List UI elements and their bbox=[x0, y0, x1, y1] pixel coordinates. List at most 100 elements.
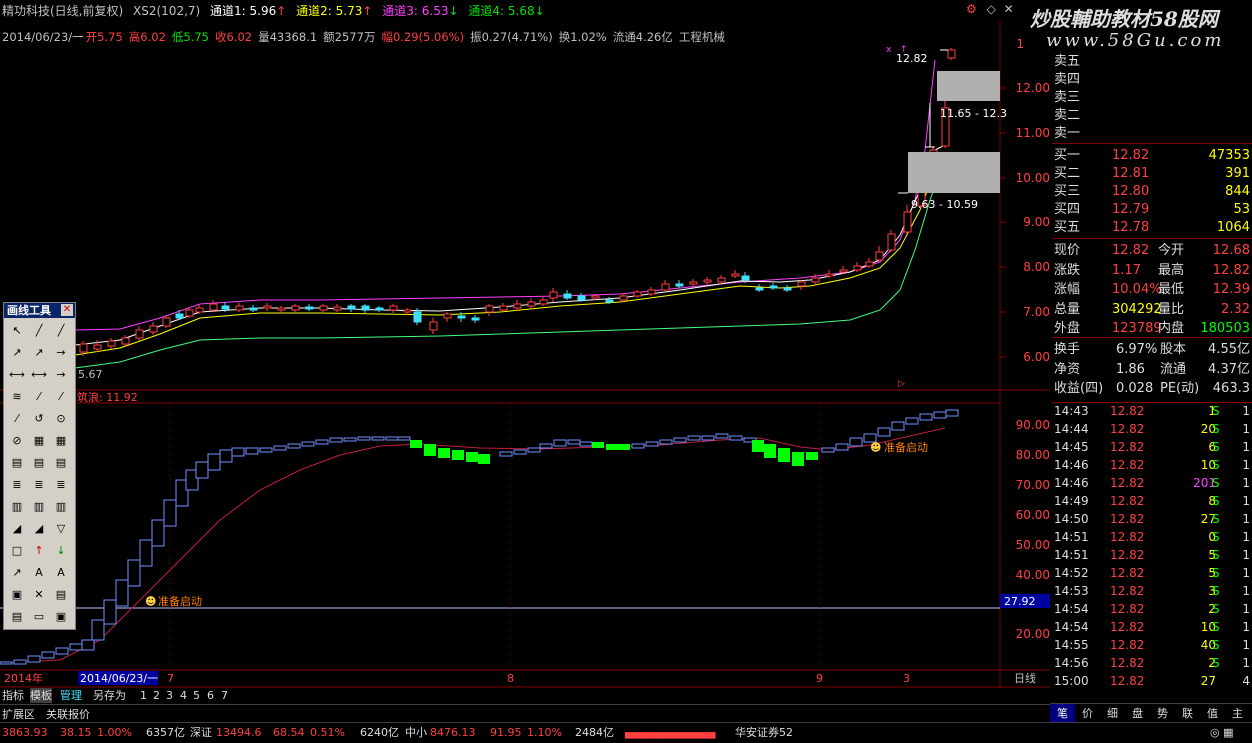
candle bbox=[443, 313, 452, 319]
rtab-price[interactable]: 价 bbox=[1075, 704, 1100, 724]
draw-tool-button[interactable]: ↗ bbox=[8, 344, 26, 362]
buy-level-row[interactable]: 买五 12.78 1064 bbox=[1052, 219, 1252, 237]
draw-tool-button[interactable]: ▤ bbox=[8, 454, 26, 472]
sub-bar-up bbox=[195, 461, 209, 479]
tab-7[interactable]: 7 bbox=[221, 688, 228, 703]
tick-row[interactable]: 14:43 12.82 1 S 1 bbox=[1052, 402, 1252, 420]
rtab-linked[interactable]: 联 bbox=[1175, 704, 1200, 724]
rtab-detail[interactable]: 细 bbox=[1100, 704, 1125, 724]
draw-tool-button[interactable]: → bbox=[52, 366, 70, 384]
draw-tool-button[interactable]: ▽ bbox=[52, 520, 70, 538]
channel1-line bbox=[74, 144, 946, 346]
draw-tool-button[interactable]: ▤ bbox=[52, 454, 70, 472]
draw-tool-button[interactable]: ⊘ bbox=[8, 432, 26, 450]
rtab-trades[interactable]: 笔 bbox=[1050, 704, 1075, 724]
tick-row[interactable]: 14:51 12.82 5 S 1 bbox=[1052, 546, 1252, 564]
draw-tool-button[interactable]: ⟷ bbox=[8, 366, 26, 384]
tab-template[interactable]: 模板 bbox=[30, 688, 52, 703]
sell-level-row[interactable]: 卖五 bbox=[1052, 53, 1252, 71]
tab-indicator[interactable]: 指标 bbox=[2, 688, 24, 703]
sell-level-row[interactable]: 卖一 bbox=[1052, 125, 1252, 143]
draw-tool-button[interactable]: ╱ bbox=[30, 322, 48, 340]
draw-tool-button[interactable]: ↖ bbox=[8, 322, 26, 340]
tab-6[interactable]: 6 bbox=[207, 688, 214, 703]
draw-tool-button[interactable]: ≣ bbox=[52, 476, 70, 494]
draw-tool-button[interactable]: ▥ bbox=[52, 498, 70, 516]
tick-row[interactable]: 14:56 12.82 2 S 1 bbox=[1052, 654, 1252, 672]
tick-row[interactable]: 14:51 12.82 0 S 1 bbox=[1052, 528, 1252, 546]
draw-tool-button[interactable]: A bbox=[30, 564, 48, 582]
tick-row[interactable]: 15:00 12.82 27 4 bbox=[1052, 672, 1252, 690]
main-kline-chart[interactable]: 12.82 11.65 - 12.3 9.63 - 10.59 x ↑ 5.67… bbox=[0, 0, 1050, 688]
draw-tool-button[interactable]: ↗ bbox=[8, 564, 26, 582]
draw-tool-button[interactable]: ▣ bbox=[8, 586, 26, 604]
sell-level-row[interactable]: 卖二 bbox=[1052, 107, 1252, 125]
draw-tool-button[interactable]: ↓ bbox=[52, 542, 70, 560]
tick-row[interactable]: 14:45 12.82 6 S 1 bbox=[1052, 438, 1252, 456]
draw-tool-button[interactable]: ▥ bbox=[8, 498, 26, 516]
tab-2[interactable]: 2 bbox=[153, 688, 160, 703]
tick-row[interactable]: 14:54 12.82 2 S 1 bbox=[1052, 600, 1252, 618]
draw-tool-button[interactable]: ↺ bbox=[30, 410, 48, 428]
draw-tool-button[interactable]: ▤ bbox=[52, 586, 70, 604]
tab-5[interactable]: 5 bbox=[193, 688, 200, 703]
zx-amount: 2484亿 bbox=[575, 726, 614, 739]
buy-level-row[interactable]: 买二 12.81 391 bbox=[1052, 165, 1252, 183]
tab-1[interactable]: 1 bbox=[140, 688, 147, 703]
draw-tool-button[interactable]: ▣ bbox=[52, 608, 70, 626]
tick-row[interactable]: 14:55 12.82 40 S 1 bbox=[1052, 636, 1252, 654]
draw-tool-button[interactable]: ≣ bbox=[30, 476, 48, 494]
tick-row[interactable]: 14:54 12.82 10 S 1 bbox=[1052, 618, 1252, 636]
rtab-trend[interactable]: 势 bbox=[1150, 704, 1175, 724]
draw-tool-button[interactable]: ╱ bbox=[52, 322, 70, 340]
sell-level-row[interactable]: 卖四 bbox=[1052, 71, 1252, 89]
draw-tool-button[interactable]: ⟷ bbox=[30, 366, 48, 384]
draw-tool-button[interactable]: ↗ bbox=[30, 344, 48, 362]
draw-tool-button[interactable]: ⁄ bbox=[52, 388, 70, 406]
close-icon[interactable]: ✕ bbox=[61, 304, 73, 316]
draw-tool-button[interactable]: A bbox=[52, 564, 70, 582]
tab-4[interactable]: 4 bbox=[180, 688, 187, 703]
draw-tool-button[interactable]: ▭ bbox=[30, 608, 48, 626]
draw-tool-button[interactable]: ◢ bbox=[30, 520, 48, 538]
draw-tool-button[interactable]: ◢ bbox=[8, 520, 26, 538]
draw-tool-button[interactable]: ↑ bbox=[30, 542, 48, 560]
tick-list[interactable]: 14:43 12.82 1 S 1 14:44 12.82 20 S 1 14:45 12.82 6 S 1… bbox=[1052, 401, 1252, 689]
tick-row[interactable]: 14:49 12.82 8 S 1 bbox=[1052, 492, 1252, 510]
draw-tool-button[interactable]: ▦ bbox=[52, 432, 70, 450]
buy-level-row[interactable]: 买四 12.79 53 bbox=[1052, 201, 1252, 219]
tick-row[interactable]: 14:46 12.82 201 S 1 bbox=[1052, 474, 1252, 492]
rtab-value[interactable]: 值 bbox=[1200, 704, 1225, 724]
tab-ext-area[interactable]: 扩展区 bbox=[2, 706, 35, 722]
connection-icon[interactable]: ◎ ▦ bbox=[1210, 723, 1234, 743]
tab-related-quote[interactable]: 关联报价 bbox=[46, 706, 90, 722]
tab-3[interactable]: 3 bbox=[166, 688, 173, 703]
draw-tool-button[interactable]: ✕ bbox=[30, 586, 48, 604]
tick-row[interactable]: 14:53 12.82 3 S 1 bbox=[1052, 582, 1252, 600]
rtab-board[interactable]: 盘 bbox=[1125, 704, 1150, 724]
buy-level-row[interactable]: 买一 12.82 47353 bbox=[1052, 147, 1252, 165]
tab-saveas[interactable]: 另存为 bbox=[93, 688, 126, 703]
draw-tool-button[interactable]: ▤ bbox=[8, 608, 26, 626]
draw-tool-button[interactable]: ≣ bbox=[8, 476, 26, 494]
tab-manage[interactable]: 管理 bbox=[60, 688, 82, 703]
tick-row[interactable]: 14:46 12.82 10 S 1 bbox=[1052, 456, 1252, 474]
draw-tool-button[interactable]: ⊙ bbox=[52, 410, 70, 428]
draw-tool-button[interactable]: ⁄ bbox=[30, 388, 48, 406]
draw-tool-button[interactable]: ▤ bbox=[30, 454, 48, 472]
tick-row[interactable]: 14:52 12.82 5 S 1 bbox=[1052, 564, 1252, 582]
draw-tool-button[interactable]: ⁄ bbox=[8, 410, 26, 428]
draw-tool-button[interactable]: ≋ bbox=[8, 388, 26, 406]
tick-row[interactable]: 14:44 12.82 20 S 1 bbox=[1052, 420, 1252, 438]
draw-tool-button[interactable]: ▥ bbox=[30, 498, 48, 516]
draw-tool-button[interactable]: → bbox=[52, 344, 70, 362]
draw-tool-button[interactable]: □ bbox=[8, 542, 26, 560]
sell-level-row[interactable]: 卖三 bbox=[1052, 89, 1252, 107]
drawing-toolbox[interactable]: 画线工具 ✕ ↖ ╱ ╱ ↗ ↗ → ⟷ ⟷ → ≋ ⁄ ⁄ ⁄ ↺ ⊙ ⊘ ▦ ▦ ▤ ▤ ▤ ≣ ≣ ≣ ▥ ▥ ▥ ◢ ◢ ▽ □ ↑ ↓ ↗… bbox=[3, 302, 76, 630]
tick-row[interactable]: 14:50 12.82 27 S 1 bbox=[1052, 510, 1252, 528]
zx-index: 8476.13 bbox=[430, 726, 476, 739]
tick-time: 14:54 bbox=[1054, 620, 1089, 634]
buy-level-row[interactable]: 买三 12.80 844 bbox=[1052, 183, 1252, 201]
draw-tool-button[interactable]: ▦ bbox=[30, 432, 48, 450]
rtab-main[interactable]: 主 bbox=[1225, 704, 1250, 724]
